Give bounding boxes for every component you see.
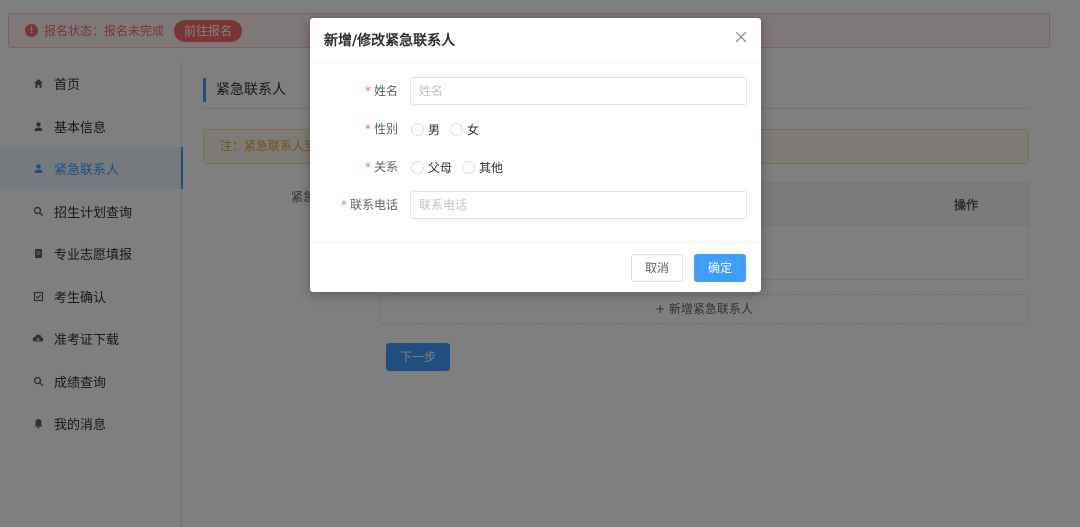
gender-female-radio[interactable]: 女 [450, 121, 479, 138]
name-input[interactable] [410, 77, 747, 105]
relation-radio-group: 父母 其他 [411, 153, 513, 181]
dialog-header-divider [310, 62, 761, 63]
gender-form-row: * 性别 男 女 [310, 115, 761, 143]
relation-other-radio[interactable]: 其他 [462, 159, 503, 176]
phone-input[interactable] [410, 191, 747, 219]
cancel-button[interactable]: 取消 [631, 254, 683, 282]
name-form-row: * 姓名 [310, 77, 761, 105]
required-mark: * [340, 198, 347, 212]
required-mark: * [364, 84, 371, 98]
name-label: * 姓名 [364, 84, 398, 98]
radio-circle[interactable] [411, 122, 424, 136]
relation-parents-radio[interactable]: 父母 [411, 159, 452, 176]
close-icon[interactable] [733, 30, 749, 46]
phone-label: * 联系电话 [340, 198, 398, 212]
dialog-footer-divider [310, 242, 761, 243]
radio-circle[interactable] [462, 160, 476, 174]
confirm-button[interactable]: 确定 [694, 254, 746, 282]
dialog-title: 新增/修改紧急联系人 [324, 33, 456, 49]
dialog-header: 新增/修改紧急联系人 [310, 18, 761, 62]
relation-label: * 关系 [364, 160, 398, 174]
gender-male-radio[interactable]: 男 [411, 121, 440, 138]
radio-circle[interactable] [450, 122, 464, 136]
required-mark: * [364, 122, 371, 136]
phone-form-row: * 联系电话 [310, 191, 761, 219]
gender-radio-group: 男 女 [411, 115, 489, 143]
page: ! 报名状态：报名未完成 前往报名 首页 基本信息 紧急联系人 [0, 0, 1080, 527]
relation-form-row: * 关系 父母 其他 [310, 153, 761, 181]
radio-circle[interactable] [411, 160, 424, 174]
emergency-contact-dialog: 新增/修改紧急联系人 *姓名 *性别 男 女 *关系 父母 其他 [310, 18, 761, 292]
required-mark: * [364, 160, 371, 174]
gender-label: * 性别 [364, 122, 398, 136]
